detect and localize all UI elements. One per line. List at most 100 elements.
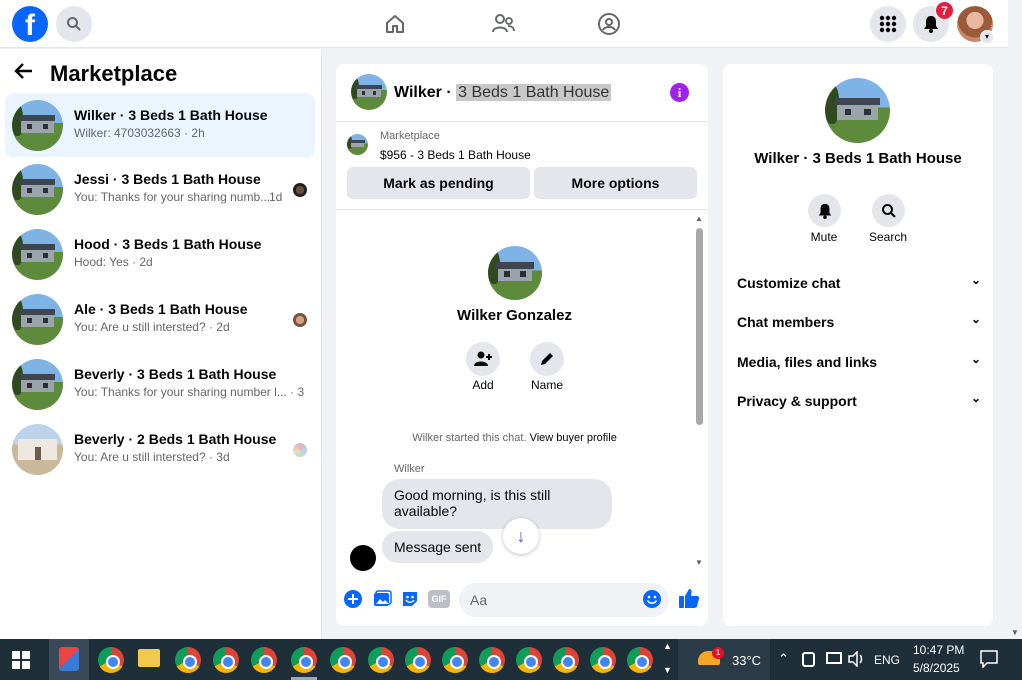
scroll-to-bottom-button[interactable]: ↓: [503, 518, 539, 554]
conversation-title: Beverly · 3 Beds 1 Bath House: [74, 366, 277, 382]
notification-count-badge: 7: [935, 1, 954, 20]
conversation-title: Jessi · 3 Beds 1 Bath House: [74, 171, 261, 187]
language-indicator[interactable]: ENG: [874, 653, 900, 667]
listing-price-title[interactable]: $956 - 3 Beds 1 Bath House: [380, 148, 531, 162]
file-explorer-icon[interactable]: [138, 649, 160, 667]
listing-thumbnail: [347, 134, 368, 155]
weather-widget[interactable]: 1 33°C: [678, 639, 770, 680]
chevron-up-icon[interactable]: ⌃: [778, 651, 789, 667]
section-label: Chat members: [737, 314, 835, 330]
search-icon: [67, 17, 81, 31]
message-bubble[interactable]: Good morning, is this still available?: [382, 479, 612, 529]
chrome-icon[interactable]: [291, 647, 317, 673]
sticker-icon[interactable]: [400, 589, 420, 609]
bell-icon: [818, 203, 831, 219]
conversation-snippet: You: Are u still intersted? · 3d: [74, 450, 230, 464]
listing-thumbnail: [12, 229, 63, 280]
chat-scrollbar-thumb[interactable]: [696, 228, 703, 425]
taskbar-overflow-up-icon[interactable]: ▲: [663, 641, 672, 651]
customize-chat-section[interactable]: Customize chat ⌄: [737, 273, 981, 291]
privacy-support-section[interactable]: Privacy & support ⌄: [737, 391, 981, 409]
windows-taskbar: ▲ ▼ 1 33°C ⌃ ENG 10:47 PM 5/8/2025: [0, 639, 1022, 680]
conversation-item[interactable]: Beverly · 2 Beds 1 Bath House You: Are u…: [5, 417, 315, 481]
emoji-icon[interactable]: [642, 589, 662, 609]
chrome-icon[interactable]: [213, 647, 239, 673]
conversation-snippet: You: Thanks for your sharing number l...…: [74, 385, 304, 399]
grid-menu-icon: [879, 15, 897, 33]
chat-members-section[interactable]: Chat members ⌄: [737, 312, 981, 330]
name-button[interactable]: [530, 342, 564, 376]
section-label: Customize chat: [737, 275, 841, 291]
windows-start-icon[interactable]: [12, 651, 30, 669]
meet-now-icon[interactable]: [802, 652, 815, 667]
conversation-item[interactable]: Beverly · 3 Beds 1 Bath House You: Thank…: [5, 352, 315, 416]
search-icon: [881, 203, 896, 218]
view-buyer-profile-link[interactable]: View buyer profile: [530, 432, 617, 444]
scroll-up-arrow-icon[interactable]: ▲: [695, 214, 703, 223]
message-input[interactable]: [459, 583, 669, 617]
scroll-down-arrow-icon[interactable]: ▼: [1011, 628, 1019, 637]
media-files-links-section[interactable]: Media, files and links ⌄: [737, 352, 981, 370]
weather-badge: 1: [712, 647, 724, 659]
notification-center-icon[interactable]: [980, 650, 998, 668]
chrome-icon[interactable]: [405, 647, 431, 673]
chrome-icon[interactable]: [98, 647, 124, 673]
mute-button[interactable]: [808, 194, 841, 227]
chat-title[interactable]: Wilker · 3 Beds 1 Bath House: [394, 84, 612, 102]
clock-time[interactable]: 10:47 PM: [913, 643, 964, 657]
read-receipt-avatar: [293, 183, 307, 197]
read-receipt-avatar: [293, 443, 307, 457]
listing-thumbnail[interactable]: [351, 74, 387, 110]
groups-nav-button[interactable]: [596, 11, 622, 37]
clock-date[interactable]: 5/8/2025: [913, 661, 960, 675]
back-arrow-icon[interactable]: [14, 61, 36, 87]
conversation-item[interactable]: Jessi · 3 Beds 1 Bath House You: Thanks …: [5, 157, 315, 221]
chrome-icon[interactable]: [590, 647, 616, 673]
chevron-down-icon: ⌄: [970, 352, 981, 366]
chevron-down-icon[interactable]: ▾: [980, 30, 994, 44]
friends-nav-button[interactable]: [490, 11, 516, 37]
add-button[interactable]: [466, 342, 500, 376]
menu-button[interactable]: [870, 6, 906, 42]
chrome-icon[interactable]: [368, 647, 394, 673]
chrome-icon[interactable]: [479, 647, 505, 673]
page-scrollbar[interactable]: ▼: [1008, 0, 1022, 639]
temperature-text: 33°C: [732, 653, 762, 668]
chrome-icon[interactable]: [330, 647, 356, 673]
chrome-icon[interactable]: [175, 647, 201, 673]
plus-circle-icon[interactable]: [343, 589, 363, 609]
name-label: Name: [530, 378, 563, 392]
search-button[interactable]: [56, 6, 92, 42]
volume-icon[interactable]: [848, 651, 866, 667]
scroll-down-arrow-icon[interactable]: ▼: [695, 558, 703, 567]
gif-icon[interactable]: GIF: [428, 590, 450, 608]
facebook-logo-icon[interactable]: f: [12, 6, 48, 42]
more-options-button[interactable]: More options: [534, 167, 697, 199]
chevron-down-icon: ⌄: [970, 273, 981, 287]
search-in-chat-button[interactable]: [872, 194, 905, 227]
conversation-title: Beverly · 2 Beds 1 Bath House: [74, 431, 277, 447]
conversation-item[interactable]: Hood · 3 Beds 1 Bath House Hood: Yes · 2…: [5, 222, 315, 286]
message-bubble[interactable]: Message sent: [382, 531, 494, 563]
conversation-item[interactable]: Ale · 3 Beds 1 Bath House You: Are u sti…: [5, 287, 315, 351]
photo-icon[interactable]: [372, 589, 392, 609]
network-icon[interactable]: [826, 652, 842, 664]
chrome-icon[interactable]: [516, 647, 542, 673]
chrome-icon[interactable]: [442, 647, 468, 673]
conversation-item[interactable]: Wilker · 3 Beds 1 Bath House Wilker: 470…: [5, 93, 315, 157]
chrome-icon[interactable]: [627, 647, 653, 673]
top-navigation-bar: f 7 ▾: [0, 0, 1008, 48]
pinned-app-active[interactable]: [49, 639, 89, 680]
chrome-icon[interactable]: [553, 647, 579, 673]
thumbs-up-icon[interactable]: [678, 587, 700, 609]
chat-info-panel: Wilker · 3 Beds 1 Bath House Mute Search…: [723, 64, 993, 626]
contact-name: Wilker Gonzalez: [457, 307, 572, 324]
conversation-snippet: Hood: Yes · 2d: [74, 255, 153, 269]
home-nav-button[interactable]: [382, 11, 408, 37]
info-icon[interactable]: i: [670, 83, 689, 102]
pencil-icon: [541, 353, 553, 365]
chrome-icon[interactable]: [251, 647, 277, 673]
listing-thumbnail: [12, 294, 63, 345]
taskbar-overflow-down-icon[interactable]: ▼: [663, 665, 672, 675]
mark-as-pending-button[interactable]: Mark as pending: [347, 167, 530, 199]
